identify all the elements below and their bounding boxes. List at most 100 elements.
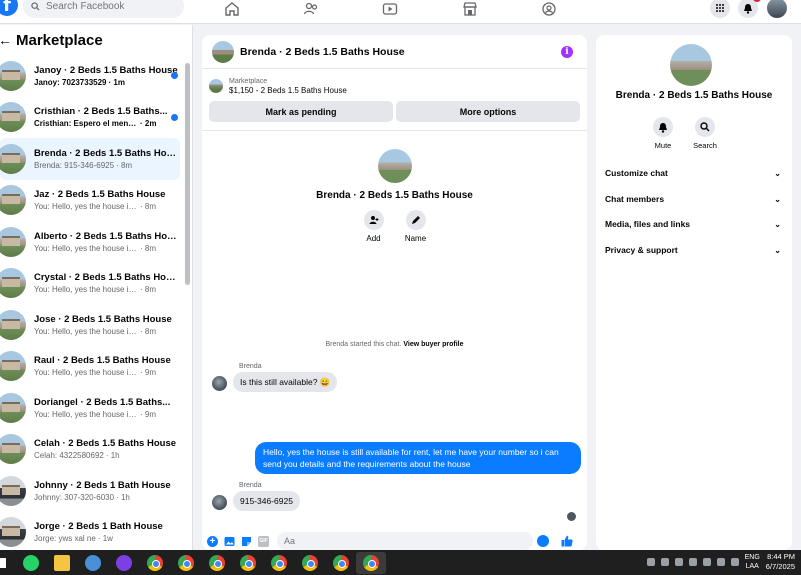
conversation-name: Jorge · 2 Beds 1 Bath House (34, 521, 163, 533)
seen-avatar-icon (567, 512, 576, 521)
battery-icon[interactable] (730, 558, 739, 566)
chat-panel: Brenda · 2 Beds 1.5 Baths House i Market… (202, 35, 587, 550)
tray-icon[interactable] (660, 558, 669, 566)
conversation-time: · 1h (116, 492, 130, 502)
chrome-icon[interactable] (271, 554, 287, 571)
info-icon[interactable]: i (561, 46, 573, 58)
view-buyer-profile-link[interactable]: View buyer profile (403, 341, 463, 348)
listing-thumbnail (209, 79, 223, 93)
listing-banner[interactable]: Marketplace $1,150 - 2 Beds 1.5 Baths Ho… (202, 69, 587, 97)
search-box[interactable] (23, 0, 184, 18)
privacy-support-section[interactable]: Privacy & support ⌄ (605, 242, 781, 258)
photo-icon[interactable] (224, 536, 235, 547)
profile-name: Brenda · 2 Beds 1.5 Baths House (316, 190, 473, 201)
chrome-icon[interactable] (240, 554, 256, 571)
mark-as-pending-button[interactable]: Mark as pending (209, 101, 393, 122)
language-indicator[interactable]: ENG LAA (745, 553, 760, 571)
customize-chat-section[interactable]: Customize chat ⌄ (605, 165, 781, 181)
home-icon[interactable] (224, 1, 242, 17)
conversation-item[interactable]: Crystal · 2 Beds 1.5 Baths House You: Hel… (0, 263, 180, 305)
clock[interactable]: 8:44 PM 6/7/2025 (766, 552, 795, 572)
unread-dot-icon (171, 72, 178, 79)
marketplace-icon[interactable] (462, 1, 480, 17)
sidebar-scrollbar[interactable] (185, 63, 190, 285)
chrome-icon[interactable] (209, 554, 225, 571)
conversation-item[interactable]: Doriangel · 2 Beds 1.5 Baths... You: Hell… (0, 387, 180, 429)
menu-grid-icon[interactable] (710, 0, 730, 18)
conversation-preview: Janoy: 7023733529 (34, 77, 107, 87)
chrome-icon[interactable] (147, 554, 163, 571)
profile-avatar-large[interactable] (377, 149, 412, 183)
chrome-icon[interactable] (333, 554, 349, 571)
sticker-icon[interactable] (241, 536, 252, 547)
tray-icon[interactable] (688, 558, 697, 566)
chrome-icon[interactable] (178, 554, 194, 571)
sender-avatar[interactable] (212, 376, 227, 391)
incoming-message[interactable]: Is this still available? 😄 (233, 372, 338, 392)
wifi-icon[interactable] (702, 558, 711, 566)
groups-icon[interactable] (541, 1, 559, 17)
file-explorer-icon[interactable] (54, 554, 70, 571)
tray-icon[interactable] (674, 558, 683, 566)
conversation-item[interactable]: Jaz · 2 Beds 1.5 Baths House You: Hello, … (0, 180, 180, 222)
conversation-item[interactable]: Raul · 2 Beds 1.5 Baths House You: Hello,… (0, 346, 180, 388)
conversation-item[interactable]: Brenda · 2 Beds 1.5 Baths House Brenda: 9… (0, 138, 180, 180)
emoji-icon[interactable] (537, 535, 549, 547)
bell-icon[interactable] (738, 0, 761, 18)
incoming-message[interactable]: 915-346-6925 (233, 491, 300, 511)
plus-icon[interactable]: + (207, 535, 218, 547)
chat-title[interactable]: Brenda · 2 Beds 1.5 Baths House (240, 46, 405, 58)
conversation-item[interactable]: Celah · 2 Beds 1.5 Baths House Celah: 432… (0, 429, 180, 471)
friends-icon[interactable] (303, 1, 321, 17)
sender-avatar[interactable] (212, 495, 227, 510)
conversation-preview: You: Hello, yes the house is still... (34, 368, 138, 378)
name-button[interactable]: Name (401, 210, 431, 243)
conversation-name: Jaz · 2 Beds 1.5 Baths House (34, 189, 166, 201)
search-input[interactable] (46, 0, 176, 12)
conversation-item[interactable]: Jose · 2 Beds 1.5 Baths House You: Hello,… (0, 304, 180, 346)
gif-icon[interactable]: GIF (258, 535, 269, 547)
started-text: Brenda started this chat. (325, 341, 402, 348)
windows-start-icon[interactable] (0, 557, 6, 568)
conversation-item[interactable]: Cristhian · 2 Beds 1.5 Baths... Cristhian… (0, 97, 180, 139)
details-name: Brenda · 2 Beds 1.5 Baths House (615, 90, 773, 101)
conversation-name: Alberto · 2 Beds 1.5 Baths House (34, 230, 180, 242)
divider (202, 130, 587, 131)
conversation-name: Jose · 2 Beds 1.5 Baths House (34, 313, 172, 325)
tray-icon[interactable] (646, 558, 655, 566)
app-icon[interactable] (116, 554, 132, 571)
conversation-time: · 1w (97, 534, 113, 544)
conversation-item[interactable]: Alberto · 2 Beds 1.5 Baths House You: Hel… (0, 221, 180, 263)
listing-thumbnail (0, 102, 26, 133)
listing-actions: Mark as pending More options (202, 97, 587, 122)
profile-avatar[interactable] (767, 0, 787, 18)
conversation-time: · 8m (140, 243, 156, 253)
mute-button[interactable]: Mute (653, 117, 673, 150)
chat-header-avatar[interactable] (212, 40, 234, 63)
conversation-preview: Johnny: 307-320-6030 (34, 492, 115, 502)
listing-thumbnail (0, 143, 26, 174)
section-label: Media, files and links (605, 219, 691, 229)
volume-icon[interactable] (716, 558, 725, 566)
back-arrow-icon[interactable]: ← (0, 32, 12, 48)
add-button[interactable]: Add (359, 210, 389, 243)
details-avatar[interactable] (670, 44, 712, 86)
conversation-preview: You: Hello, yes the house is still... (34, 326, 138, 336)
outgoing-message[interactable]: Hello, yes the house is still available … (255, 442, 581, 474)
active-app-chrome[interactable] (356, 551, 386, 574)
more-options-button[interactable]: More options (396, 101, 580, 122)
chrome-icon[interactable] (302, 554, 318, 571)
facebook-logo-icon[interactable]: f (0, 0, 18, 16)
conversation-item[interactable]: Johnny · 2 Beds 1 Bath House Johnny: 307-… (0, 470, 180, 512)
chat-members-section[interactable]: Chat members ⌄ (605, 191, 781, 207)
thumbs-up-icon[interactable] (561, 535, 573, 547)
media-files-links-section[interactable]: Media, files and links ⌄ (605, 216, 781, 232)
app-icon[interactable] (85, 554, 101, 571)
whatsapp-icon[interactable] (23, 554, 39, 571)
search-chat-button[interactable]: Search (693, 117, 717, 150)
conversation-item[interactable]: Janoy · 2 Beds 1.5 Baths House Janoy: 702… (0, 55, 180, 97)
message-input[interactable] (277, 532, 533, 550)
video-icon[interactable] (382, 1, 400, 17)
conversation-item[interactable]: Jorge · 2 Beds 1 Bath House Jorge: yws xa… (0, 512, 180, 551)
listing-thumbnail (0, 434, 26, 465)
